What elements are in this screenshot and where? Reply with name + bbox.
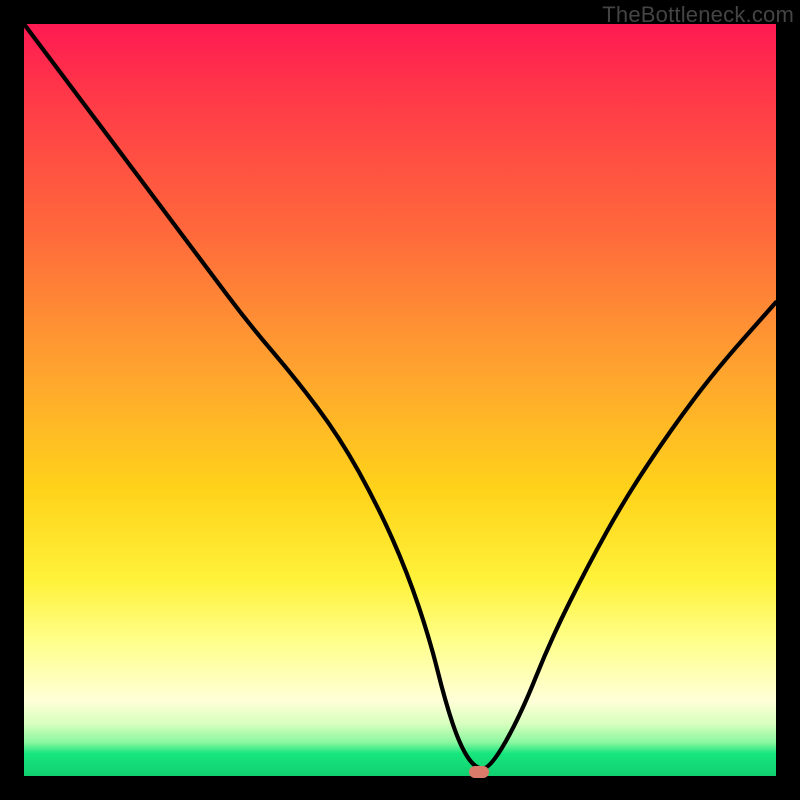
chart-frame: TheBottleneck.com — [0, 0, 800, 800]
plot-area — [24, 24, 776, 776]
optimal-point-marker — [469, 766, 489, 778]
bottleneck-curve — [24, 24, 776, 776]
watermark-text: TheBottleneck.com — [602, 2, 794, 28]
